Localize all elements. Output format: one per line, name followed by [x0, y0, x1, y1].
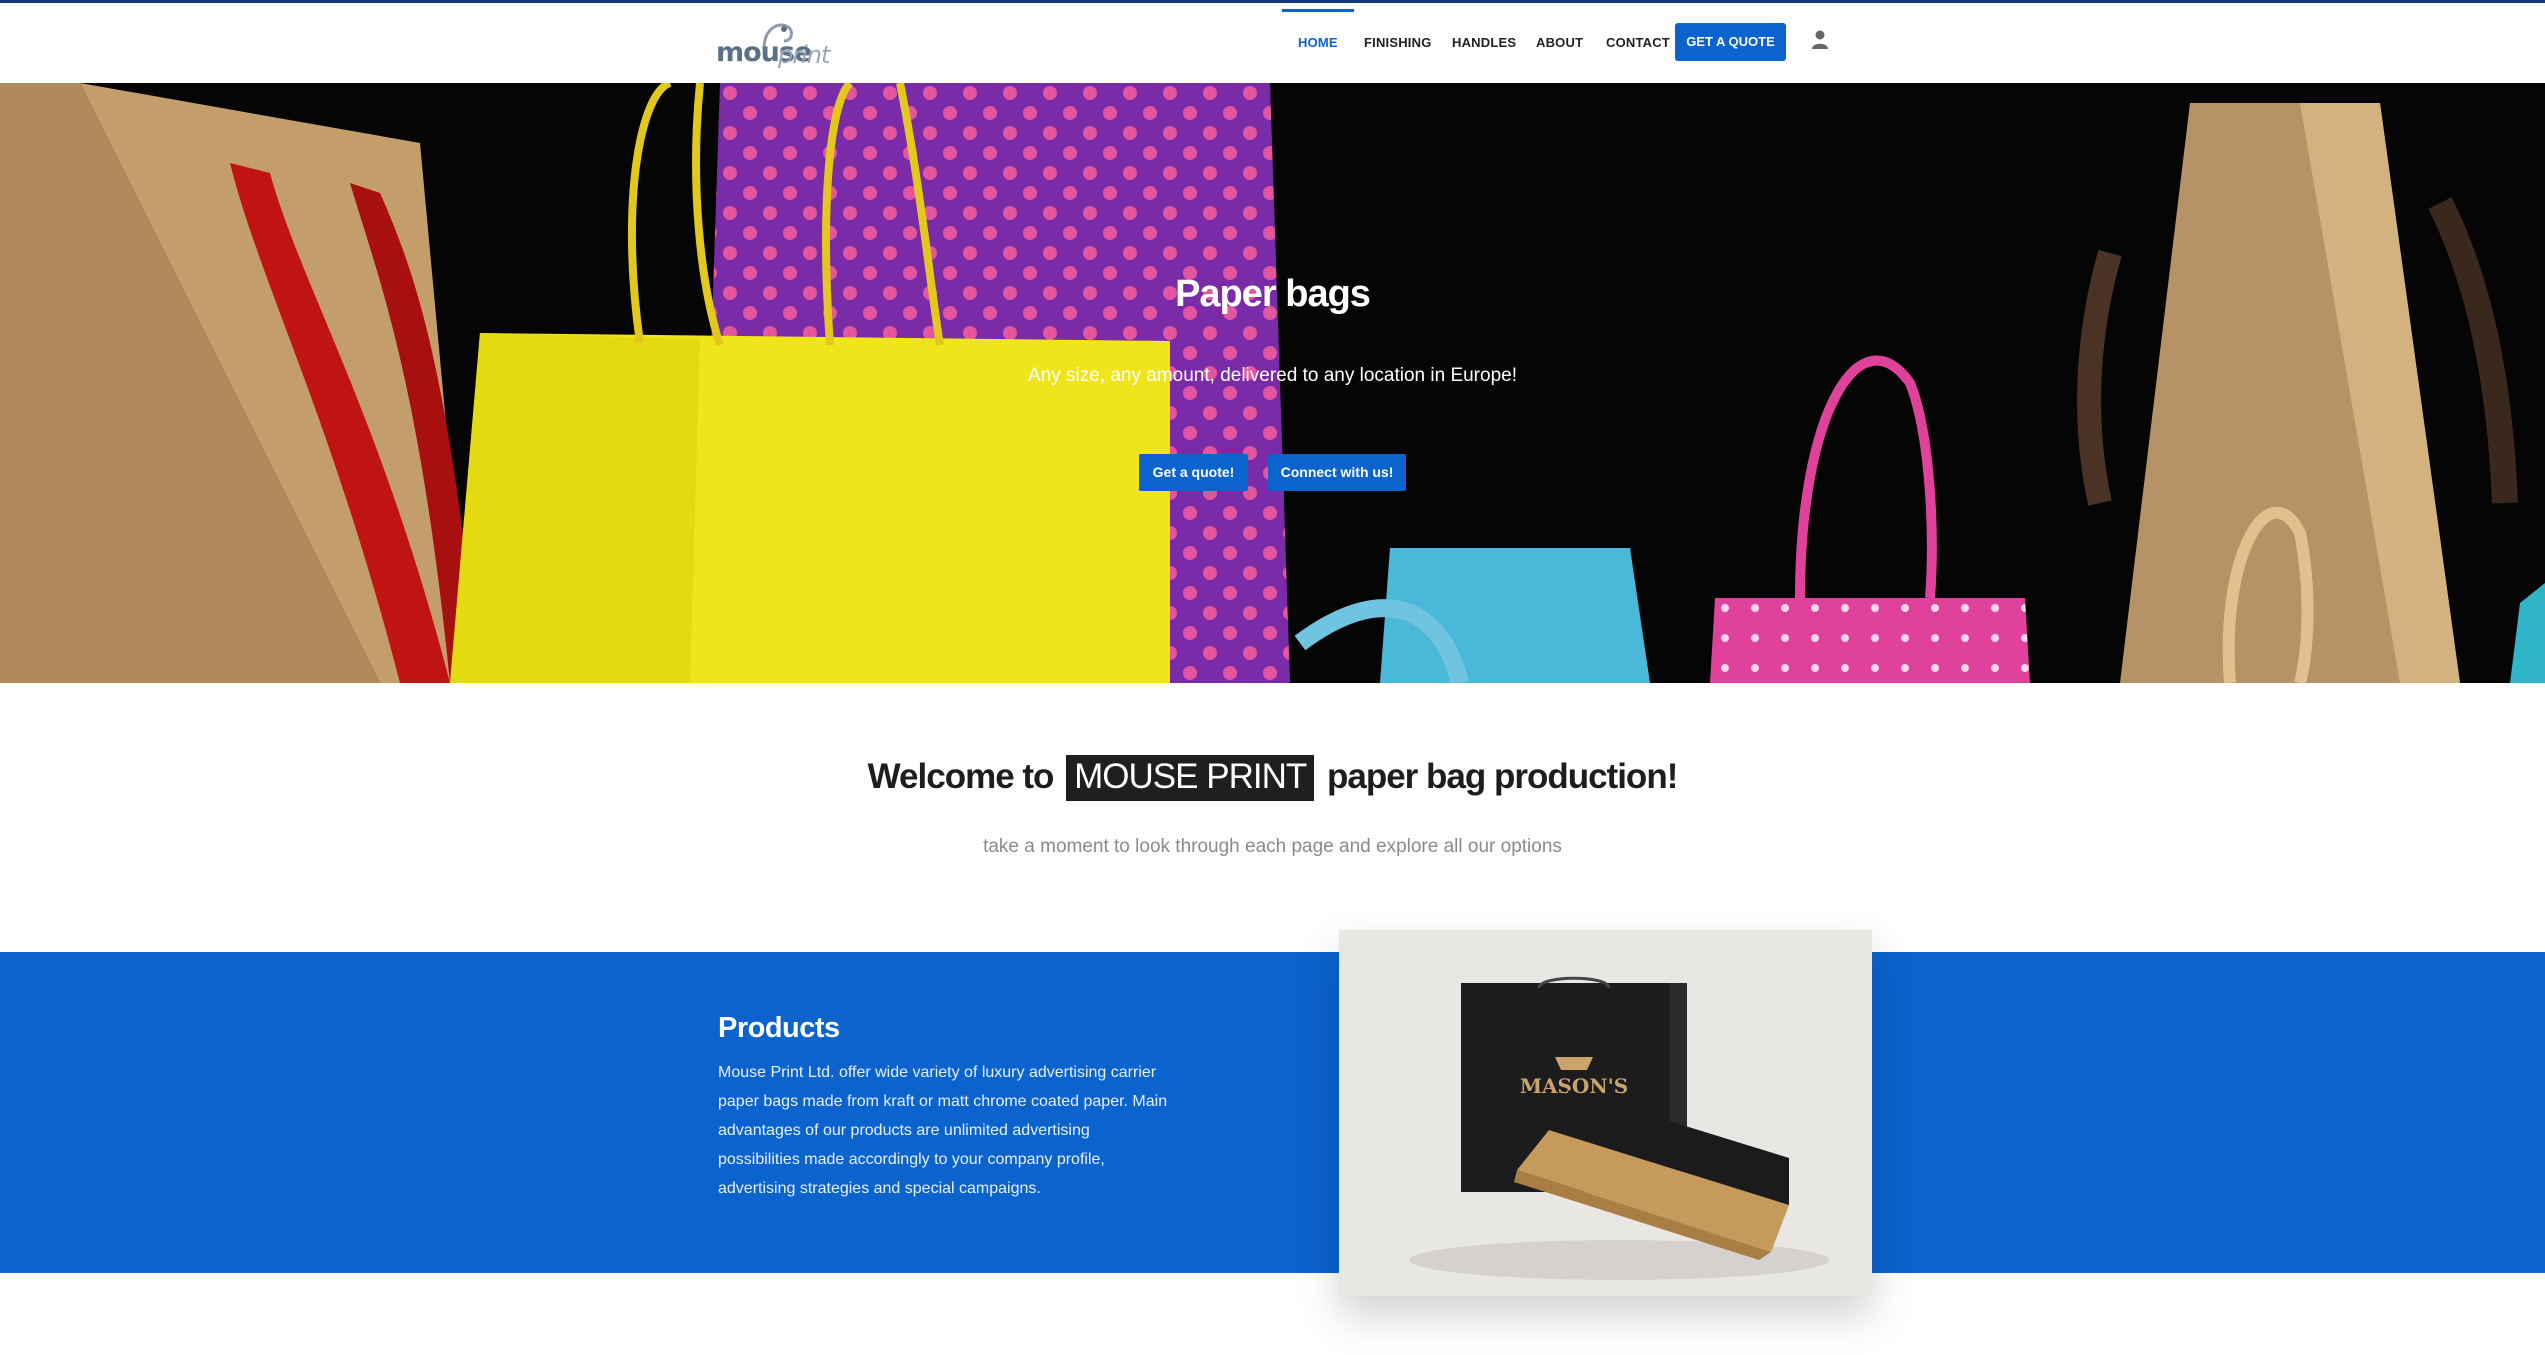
products-image: MASON'S [1339, 930, 1872, 1296]
nav-contact[interactable]: CONTACT [1606, 3, 1670, 83]
user-icon[interactable] [1812, 30, 1828, 50]
hero-title: Paper bags [1175, 273, 1371, 315]
nav-home[interactable]: HOME [1282, 3, 1354, 83]
logo-text-print: print [778, 41, 830, 69]
get-quote-button[interactable]: Get a quote! [1139, 454, 1248, 491]
welcome-heading: Welcome to MOUSE PRINT paper bag product… [0, 755, 2545, 801]
masons-bag-photo: MASON'S [1339, 930, 1872, 1296]
nav-about[interactable]: ABOUT [1536, 3, 1583, 83]
products-description: Mouse Print Ltd. offer wide variety of l… [718, 1064, 1168, 1197]
get-a-quote-button[interactable]: GET A QUOTE [1675, 23, 1786, 61]
welcome-brand-highlight: MOUSE PRINT [1066, 755, 1315, 801]
nav-finishing[interactable]: FINISHING [1364, 3, 1432, 83]
products-band [0, 952, 2545, 1273]
products-title: Products [718, 1012, 840, 1044]
welcome-suffix: paper bag production! [1326, 757, 1678, 796]
hero-subtitle: Any size, any amount, delivered to any l… [1027, 365, 1517, 386]
site-header: mouse print [0, 3, 2545, 83]
site-logo[interactable]: mouse print [716, 19, 830, 71]
welcome-subtitle: take a moment to look through each page … [983, 836, 1562, 857]
connect-with-us-button[interactable]: Connect with us! [1268, 454, 1406, 491]
welcome-prefix: Welcome to [867, 757, 1055, 796]
hero-banner: Paper bags Any size, any amount, deliver… [0, 83, 2545, 683]
nav-handles[interactable]: HANDLES [1452, 3, 1516, 83]
